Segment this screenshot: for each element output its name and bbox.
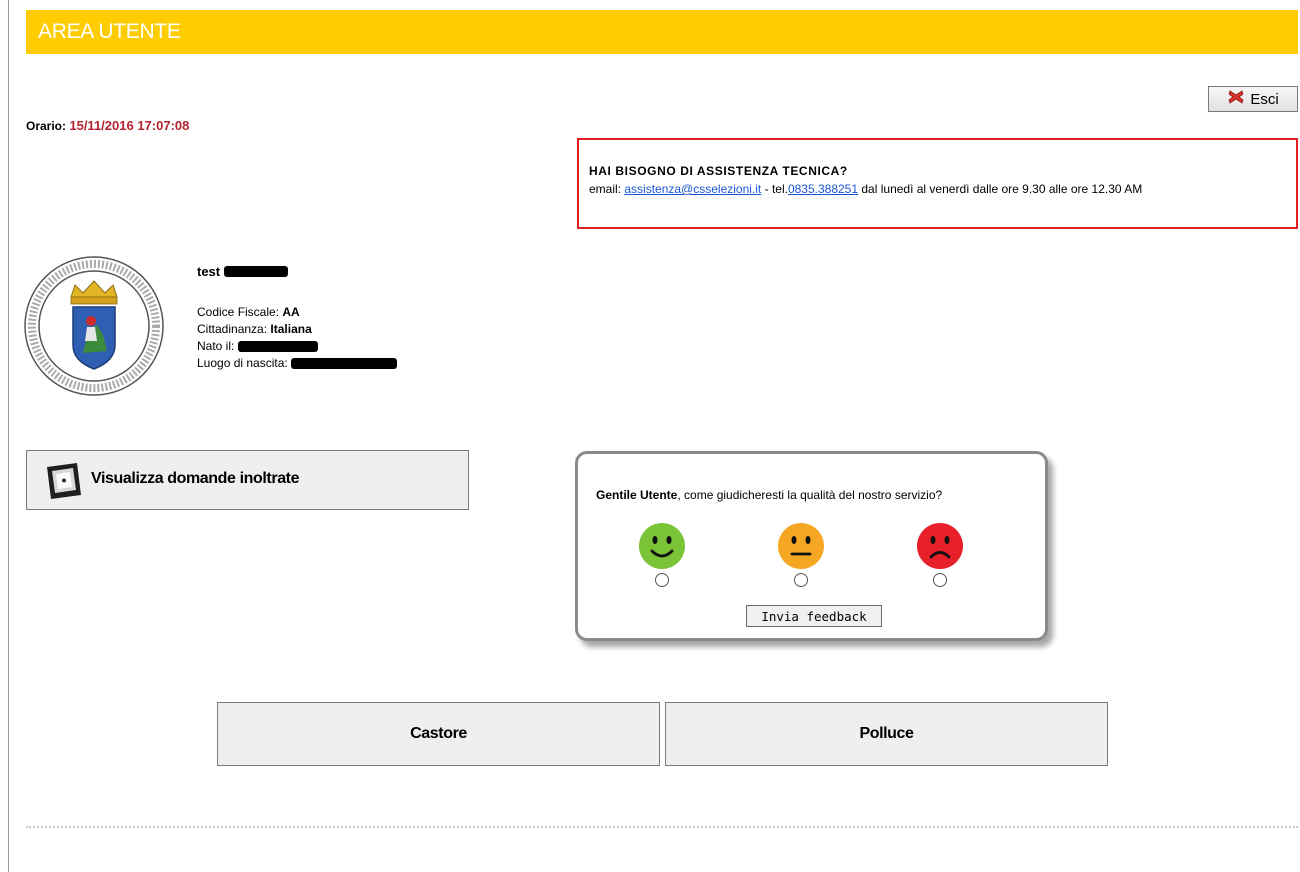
support-contacts: email: assistenza@csselezioni.it - tel.0… xyxy=(589,182,1296,196)
birth-place-row: Luogo di nascita: xyxy=(197,355,398,372)
feedback-question-rest: , come giudicheresti la qualità del nost… xyxy=(677,488,943,502)
left-border xyxy=(8,0,9,872)
happy-face-icon xyxy=(638,522,686,570)
support-phone-link[interactable]: 0835.388251 xyxy=(788,182,858,196)
clock-value: 15/11/2016 17:07:08 xyxy=(69,118,190,133)
clock-label: Orario: xyxy=(26,119,67,133)
email-label: email: xyxy=(589,182,622,196)
feedback-radio-sad[interactable] xyxy=(933,573,947,587)
birth-date-label: Nato il: xyxy=(197,339,235,353)
feedback-panel: Gentile Utente, come giudicheresti la qu… xyxy=(575,451,1048,641)
polluce-button[interactable]: Polluce xyxy=(665,702,1108,766)
page-title: AREA UTENTE xyxy=(38,20,181,43)
institution-seal-icon xyxy=(23,255,165,397)
citizenship-value: Italiana xyxy=(270,322,312,336)
feedback-radio-happy[interactable] xyxy=(655,573,669,587)
support-email-link[interactable]: assistenza@csselezioni.it xyxy=(624,182,761,196)
red-x-icon xyxy=(1227,89,1245,109)
send-feedback-button[interactable]: Invia feedback xyxy=(746,605,882,627)
user-profile: test Codice Fiscale: AA Cittadinanza: It… xyxy=(197,263,398,372)
citizenship-row: Cittadinanza: Italiana xyxy=(197,321,397,338)
user-name: test xyxy=(197,264,221,279)
logout-label: Esci xyxy=(1250,90,1279,108)
citizenship-label: Cittadinanza: xyxy=(197,322,268,336)
sad-face-icon xyxy=(916,522,964,570)
fiscal-code-row: Codice Fiscale: AA xyxy=(197,304,397,321)
redacted-birth-place xyxy=(291,358,398,370)
castore-button[interactable]: Castore xyxy=(217,702,660,766)
phone-label: - tel. xyxy=(764,182,788,196)
clock: Orario: 15/11/2016 17:07:08 xyxy=(26,118,189,133)
support-box: HAI BISOGNO DI ASSISTENZA TECNICA? email… xyxy=(577,138,1298,229)
logout-button[interactable]: Esci xyxy=(1208,86,1298,112)
document-view-icon xyxy=(41,459,85,506)
feedback-question: Gentile Utente, come giudicheresti la qu… xyxy=(596,488,942,502)
view-requests-label: Visualizza domande inoltrate xyxy=(91,470,300,487)
header-bar: AREA UTENTE xyxy=(26,10,1298,54)
feedback-radio-neutral[interactable] xyxy=(794,573,808,587)
support-title: HAI BISOGNO DI ASSISTENZA TECNICA? xyxy=(589,164,848,178)
fiscal-code-value: AA xyxy=(282,305,300,319)
birth-date-row: Nato il: xyxy=(197,338,397,355)
view-requests-button[interactable]: Visualizza domande inoltrate xyxy=(26,450,469,510)
user-name-row: test xyxy=(197,263,397,280)
fiscal-code-label: Codice Fiscale: xyxy=(197,305,280,319)
neutral-face-icon xyxy=(777,522,825,570)
footer-divider xyxy=(26,826,1298,828)
birth-place-label: Luogo di nascita: xyxy=(197,356,288,370)
redacted-birth-date xyxy=(237,341,318,353)
redacted-surname xyxy=(224,266,289,277)
support-hours: dal lunedì al venerdì dalle ore 9.30 all… xyxy=(861,182,1143,196)
feedback-question-bold: Gentile Utente xyxy=(596,488,678,502)
